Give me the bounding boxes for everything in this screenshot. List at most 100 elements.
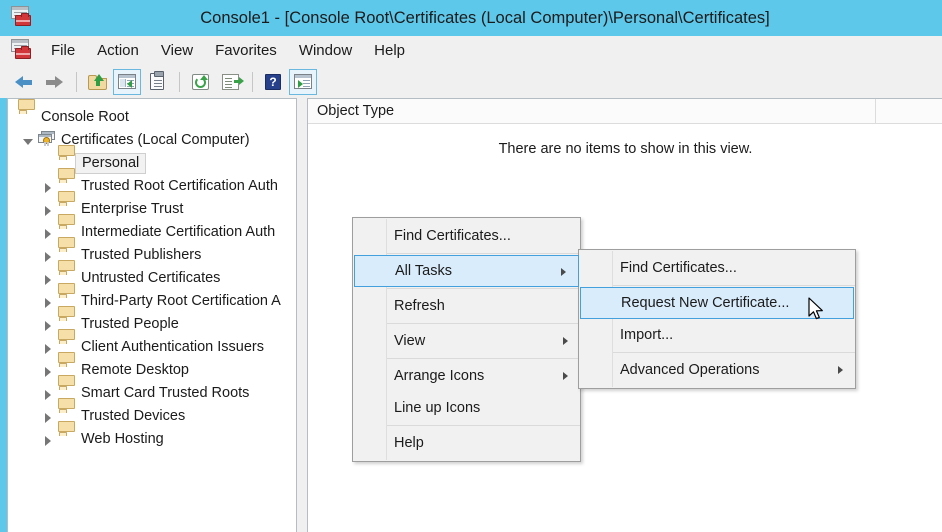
context-menu-item-label: Help — [394, 435, 424, 451]
column-header-object-type[interactable]: Object Type — [308, 99, 876, 123]
expand-collapse-icon-collapsed[interactable] — [40, 336, 56, 359]
tree-item-label: Third-Party Root Certification A — [81, 293, 281, 309]
menu-item-view[interactable]: View — [150, 36, 204, 65]
tree-item-label: Trusted People — [81, 316, 179, 332]
expand-collapse-icon-collapsed[interactable] — [40, 428, 56, 451]
menu-item-favorites[interactable]: Favorites — [204, 36, 288, 65]
show-hide-action-pane-button[interactable] — [289, 68, 317, 95]
up-one-level-button[interactable] — [83, 69, 111, 95]
menu-separator — [387, 253, 580, 254]
context-menu-item[interactable]: Line up Icons — [353, 392, 580, 424]
console-tree: Console Root Certificates (Local Computer… — [8, 99, 296, 451]
toolbar-separator — [252, 71, 253, 92]
show-hide-console-tree-button[interactable] — [113, 68, 141, 95]
expand-collapse-icon-collapsed[interactable] — [40, 382, 56, 405]
empty-view-message: There are no items to show in this view. — [498, 141, 753, 157]
show-hide-console-tree-icon — [118, 74, 136, 89]
toolbar-separator — [76, 71, 77, 92]
refresh-button[interactable] — [186, 69, 214, 95]
tree-item-label: Personal — [75, 153, 147, 174]
tree-item[interactable]: Web Hosting — [8, 421, 296, 451]
menu-item-help[interactable]: Help — [363, 36, 416, 65]
context-menu-item[interactable]: Find Certificates... — [353, 220, 580, 252]
submenu-arrow-icon — [563, 372, 568, 380]
tree-item[interactable]: Trusted People — [8, 306, 296, 336]
expand-collapse-icon-collapsed[interactable] — [40, 244, 56, 267]
expand-collapse-icon-collapsed[interactable] — [40, 359, 56, 382]
context-menu-item[interactable]: Help — [353, 427, 580, 459]
mmc-console-window: Console1 - [Console Root\Certificates (L… — [0, 0, 942, 532]
menu-bar: File Action View Favorites Window Help — [0, 36, 942, 65]
console-tree-panel: Console Root Certificates (Local Computer… — [7, 98, 297, 532]
tree-item[interactable]: Third-Party Root Certification A — [8, 283, 296, 313]
certificates-icon — [38, 131, 55, 146]
menu-separator — [613, 285, 855, 286]
submenu-arrow-icon — [561, 268, 566, 276]
expand-collapse-icon-collapsed[interactable] — [40, 313, 56, 336]
refresh-icon — [191, 73, 209, 90]
tree-item[interactable]: Trusted Publishers — [8, 237, 296, 267]
expand-collapse-icon-collapsed[interactable] — [40, 221, 56, 244]
menu-separator — [387, 358, 580, 359]
window-left-edge — [0, 98, 7, 532]
tree-item[interactable]: Trusted Devices — [8, 398, 296, 428]
submenu-item[interactable]: Import... — [579, 319, 855, 351]
context-menu-item-label: Refresh — [394, 298, 445, 314]
tree-item[interactable]: Console Root — [8, 99, 296, 129]
tree-item[interactable]: Personal — [8, 145, 296, 175]
tree-item[interactable]: Remote Desktop — [8, 352, 296, 382]
list-column-header: Object Type — [308, 99, 942, 124]
tree-item-label: Trusted Root Certification Auth — [81, 178, 278, 194]
expand-collapse-icon-collapsed[interactable] — [40, 290, 56, 313]
tree-item-label: Client Authentication Issuers — [81, 339, 264, 355]
column-header-blank[interactable] — [876, 99, 942, 123]
system-menu-icon[interactable] — [11, 39, 33, 61]
tree-item-label: Web Hosting — [81, 431, 164, 447]
forward-arrow-icon — [44, 74, 64, 90]
properties-button[interactable] — [143, 69, 171, 95]
tree-item-label: Untrusted Certificates — [81, 270, 221, 286]
menu-item-file[interactable]: File — [40, 36, 86, 65]
context-menu: Find Certificates... All Tasks Refresh View… — [352, 217, 581, 462]
back-button[interactable] — [10, 69, 38, 95]
tree-item[interactable]: Certificates (Local Computer) — [8, 129, 296, 152]
expand-collapse-icon-expanded[interactable] — [20, 129, 36, 152]
expand-collapse-icon-collapsed[interactable] — [40, 175, 56, 198]
context-menu-item-label: Line up Icons — [394, 400, 481, 416]
expand-collapse-icon-collapsed[interactable] — [40, 198, 56, 221]
tree-item[interactable]: Untrusted Certificates — [8, 260, 296, 290]
context-menu-item[interactable]: View — [353, 325, 580, 357]
menu-separator — [387, 323, 580, 324]
tree-item-label: Certificates (Local Computer) — [61, 132, 250, 148]
tree-item[interactable]: Client Authentication Issuers — [8, 329, 296, 359]
properties-icon — [150, 71, 164, 90]
context-menu-item[interactable]: All Tasks — [354, 255, 579, 287]
tree-item-label: Trusted Devices — [81, 408, 186, 424]
folder-icon — [18, 99, 35, 124]
panel-splitter[interactable] — [297, 98, 307, 532]
context-menu-item[interactable]: Refresh — [353, 290, 580, 322]
context-menu-item[interactable]: Arrange Icons — [353, 360, 580, 392]
tree-item[interactable]: Intermediate Certification Auth — [8, 214, 296, 244]
tree-item[interactable]: Enterprise Trust — [8, 191, 296, 221]
help-button[interactable]: ? — [259, 69, 287, 95]
submenu-item[interactable]: Find Certificates... — [579, 252, 855, 284]
menu-separator — [387, 288, 580, 289]
toolbar: ? — [0, 65, 942, 98]
expand-collapse-icon-collapsed[interactable] — [40, 267, 56, 290]
tree-item[interactable]: Trusted Root Certification Auth — [8, 168, 296, 198]
title-bar: Console1 - [Console Root\Certificates (L… — [0, 0, 942, 36]
context-menu-item-label: View — [394, 333, 426, 349]
tree-item[interactable]: Smart Card Trusted Roots — [8, 375, 296, 405]
context-menu-item-label: Arrange Icons — [394, 368, 485, 384]
expand-collapse-icon-collapsed[interactable] — [40, 405, 56, 428]
menu-item-action[interactable]: Action — [86, 36, 150, 65]
export-list-icon — [221, 73, 244, 90]
export-list-button[interactable] — [216, 69, 244, 95]
forward-button[interactable] — [40, 69, 68, 95]
submenu-arrow-icon — [563, 337, 568, 345]
tree-item-label: Remote Desktop — [81, 362, 189, 378]
menu-item-window[interactable]: Window — [288, 36, 363, 65]
context-menu-item-label: All Tasks — [395, 263, 452, 279]
submenu-item[interactable]: Advanced Operations — [579, 354, 855, 386]
